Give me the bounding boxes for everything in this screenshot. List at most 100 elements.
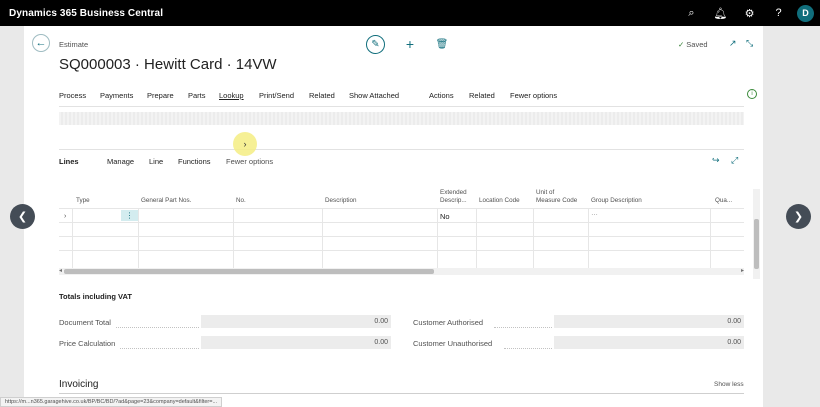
dotted-leader [504,348,552,349]
collapse-icon[interactable]: ⤡ [746,38,753,49]
saved-label: Saved [686,40,708,49]
show-less-link[interactable]: Show less [714,381,744,388]
action-related[interactable]: Related [309,91,335,100]
vertical-scroll-thumb[interactable] [754,219,759,269]
bell-icon[interactable]: 🔔︎ [706,0,735,26]
share-icon[interactable]: ↪ [712,155,720,166]
customer-unauthorised-label: Customer Unauthorised [413,339,493,348]
info-icon[interactable]: i [747,89,757,99]
action-bar-divider [59,106,744,107]
document-total-field[interactable]: 0.00 [201,315,391,328]
action-parts[interactable]: Parts [188,91,206,100]
action-process[interactable]: Process [59,91,86,100]
grid-horizontal-scrollbar[interactable]: ◂ ▸ [59,268,744,275]
grid-column-line [533,209,534,269]
customer-authorised-label: Customer Authorised [413,318,484,327]
grid-column-line [588,209,589,269]
top-bar: Dynamics 365 Business Central ⌕ 🔔︎ ⚙ ? D [0,0,820,26]
cell-extended-description[interactable]: No [440,212,450,221]
invoicing-title[interactable]: Invoicing [59,379,98,390]
action-payments[interactable]: Payments [100,91,133,100]
trash-icon: 🗑︎ [435,38,449,50]
grid-column-line [72,209,73,269]
back-button[interactable]: ← [32,34,50,52]
cell-group-description-lookup-icon[interactable]: … [591,210,598,217]
grid-column-line [710,209,711,269]
grid-header-line [59,208,744,209]
pencil-icon: ✎ [371,39,380,50]
lines-title: Lines [59,157,79,166]
open-new-window-icon[interactable]: ↗ [729,38,737,49]
status-bar-url: https://m...n365.garagehive.co.uk/BP/BC/… [0,397,223,407]
action-print-send[interactable]: Print/Send [259,91,294,100]
horizontal-scroll-thumb[interactable] [64,269,434,274]
avatar[interactable]: D [797,4,814,22]
action-related-2[interactable]: Related [469,91,495,100]
col-extended-description-2[interactable]: Descrip... [440,197,467,205]
col-unit-of-measure-2[interactable]: Measure Code [536,197,577,205]
lines-fewer-options[interactable]: Fewer options [226,157,273,166]
page-caption: Estimate [59,40,89,49]
chevron-left-icon: ❮ [17,211,28,223]
dotted-leader [120,348,199,349]
grid-column-line [437,209,438,269]
lines-line[interactable]: Line [149,157,163,166]
scroll-left-icon[interactable]: ◂ [59,267,62,274]
col-unit-of-measure-1[interactable]: Unit of [536,189,554,197]
row-selector-icon[interactable]: › [64,213,66,220]
collapsed-section-placeholder [59,112,744,125]
col-general-part-nos[interactable]: General Part Nos. [141,197,191,205]
search-icon[interactable]: ⌕ [677,0,706,26]
previous-record-button[interactable]: ❮ [10,204,35,229]
app-title[interactable]: Dynamics 365 Business Central [9,8,163,19]
grid-column-line [322,209,323,269]
edit-button[interactable]: ✎ [366,35,385,54]
dotted-leader [494,327,552,328]
lines-grid: Type General Part Nos. No. Description E… [59,189,744,279]
lines-functions[interactable]: Functions [178,157,211,166]
row-actions-button[interactable]: ⋮ [121,210,138,221]
col-quantity[interactable]: Qua... [715,197,732,205]
ellipsis-vertical-icon: ⋮ [125,211,134,220]
help-icon[interactable]: ? [764,0,793,26]
grid-column-line [233,209,234,269]
grid-row-line [59,250,744,251]
delete-button[interactable]: 🗑︎ [435,37,449,51]
grid-column-line [138,209,139,269]
col-group-description[interactable]: Group Description [591,197,642,205]
action-prepare[interactable]: Prepare [147,91,174,100]
price-calculation-field[interactable]: 0.00 [201,336,391,349]
customer-unauthorised-field[interactable]: 0.00 [554,336,744,349]
arrow-left-icon: ← [35,37,47,49]
customer-authorised-field[interactable]: 0.00 [554,315,744,328]
price-calculation-label: Price Calculation [59,339,116,348]
plus-icon: + [405,36,415,52]
grid-row-line [59,236,744,237]
action-lookup[interactable]: Lookup [219,91,244,100]
check-icon: ✓ [678,40,685,49]
col-no[interactable]: No. [236,197,246,205]
new-button[interactable]: + [403,36,417,52]
chevron-right-icon: › [243,139,247,149]
col-type[interactable]: Type [76,197,90,205]
document-total-label: Document Total [59,318,111,327]
col-location-code[interactable]: Location Code [479,197,520,205]
action-actions[interactable]: Actions [429,91,454,100]
document-page: ← Estimate SQ000003 · Hewitt Card · 14VW… [24,26,763,407]
top-bar-icons: ⌕ 🔔︎ ⚙ ? D [677,0,820,26]
mouse-cursor-highlight: › [233,132,257,156]
col-extended-description-1[interactable]: Extended [440,189,467,197]
section-divider [59,149,744,150]
gear-icon[interactable]: ⚙ [735,0,764,26]
next-record-button[interactable]: ❯ [786,204,811,229]
totals-title: Totals including VAT [59,292,132,301]
dotted-leader [116,327,199,328]
action-show-attached[interactable]: Show Attached [349,91,399,100]
lines-manage[interactable]: Manage [107,157,134,166]
grid-column-line [476,209,477,269]
page-vertical-scrollbar[interactable] [753,189,760,279]
action-fewer-options[interactable]: Fewer options [510,91,557,100]
expand-icon[interactable]: ⤢ [731,155,738,166]
col-description[interactable]: Description [325,197,357,205]
scroll-right-icon[interactable]: ▸ [741,267,744,274]
